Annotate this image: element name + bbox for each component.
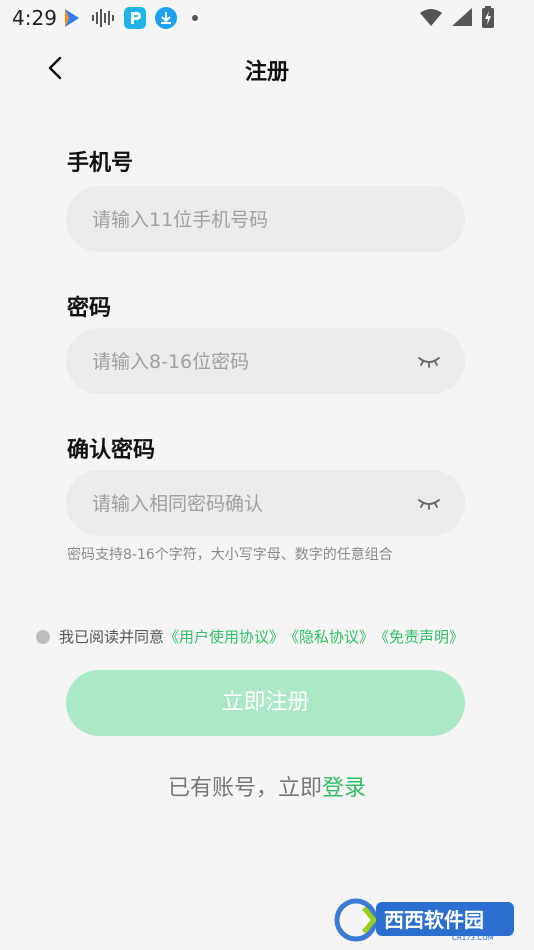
download-icon	[155, 7, 177, 29]
status-bar: 4:29	[0, 0, 534, 36]
user-agreement-link[interactable]: 《用户使用协议》	[164, 626, 284, 647]
eye-closed-icon[interactable]	[417, 492, 441, 514]
wifi-icon	[420, 9, 442, 26]
battery-icon	[482, 6, 494, 28]
notification-dot-icon	[192, 15, 198, 21]
agreement-row: 我已阅读并同意 《用户使用协议》 《隐私协议》 《免责声明》	[36, 626, 464, 647]
register-button[interactable]: 立即注册	[66, 670, 465, 736]
agreement-prefix: 我已阅读并同意	[59, 628, 165, 646]
privacy-link[interactable]: 《隐私协议》	[284, 626, 374, 647]
password-input[interactable]	[90, 328, 394, 396]
p-app-icon	[124, 7, 146, 29]
login-prefix: 已有账号，立即	[167, 776, 322, 801]
nav-bar: 注册	[0, 40, 534, 100]
password-hint: 密码支持8-16个字符，大小写字母、数字的任意组合	[67, 547, 393, 563]
login-prompt: 已有账号，立即登录	[0, 770, 534, 802]
disclaimer-link[interactable]: 《免责声明》	[374, 626, 464, 647]
signal-icon	[452, 8, 472, 26]
phone-label: 手机号	[67, 151, 134, 176]
app-arrow-icon	[65, 9, 79, 27]
watermark-sub: CR173.COM	[452, 934, 494, 942]
eye-closed-icon[interactable]	[417, 350, 441, 372]
watermark-text: 西西软件园	[384, 908, 484, 932]
status-left-icons	[62, 7, 198, 29]
page-title: 注册	[244, 60, 289, 85]
phone-field[interactable]	[66, 186, 465, 254]
password-field[interactable]	[66, 328, 465, 396]
confirm-password-input[interactable]	[90, 470, 394, 538]
phone-input[interactable]	[90, 186, 394, 254]
confirm-password-field[interactable]	[66, 470, 465, 538]
audio-wave-icon	[92, 9, 114, 27]
watermark-logo: 西西软件园 CR173.COM	[334, 898, 514, 942]
status-right-icons	[420, 6, 494, 28]
password-label: 密码	[67, 296, 112, 321]
confirm-password-label: 确认密码	[67, 438, 156, 463]
login-link[interactable]: 登录	[322, 776, 366, 801]
agreement-radio[interactable]	[36, 629, 50, 644]
status-time: 4:29	[12, 6, 57, 30]
